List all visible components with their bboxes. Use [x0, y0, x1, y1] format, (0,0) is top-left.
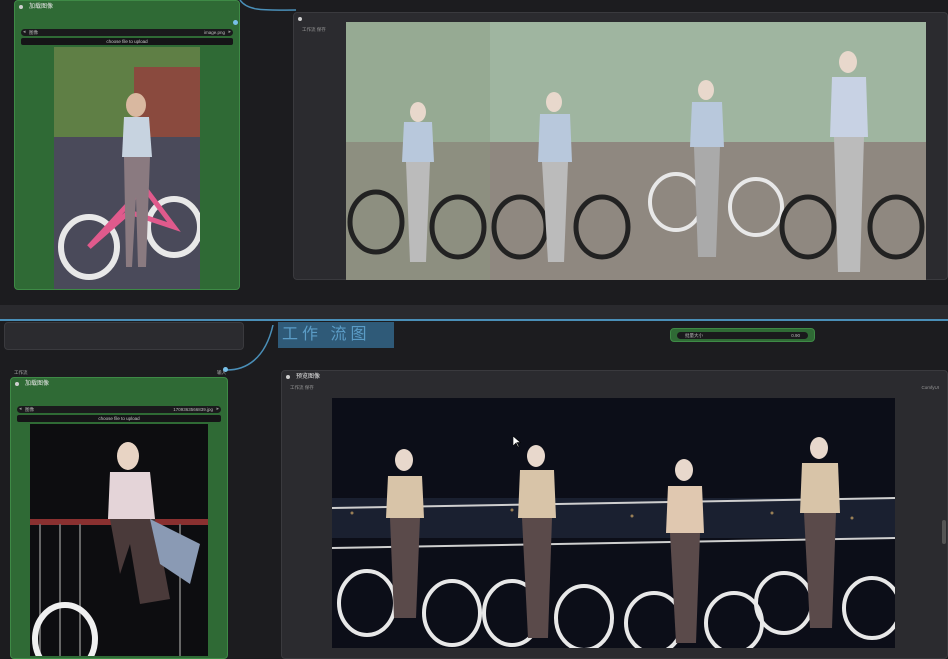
- widget-value: 1709363566839.jpg: [173, 407, 213, 412]
- arrow-left-icon[interactable]: ◂: [19, 406, 22, 413]
- output-port[interactable]: [223, 367, 228, 372]
- arrow-right-icon[interactable]: ▸: [228, 29, 231, 36]
- node-sub-label: 工作流 保存 ComfyUI: [290, 385, 939, 390]
- upload-button[interactable]: choose file to upload: [21, 38, 233, 45]
- left-label: 工作流: [14, 370, 28, 375]
- link-wire: [239, 0, 297, 11]
- arrow-left-icon[interactable]: ◂: [23, 29, 26, 36]
- generated-image-1: [346, 22, 490, 280]
- section-divider: [0, 305, 948, 319]
- node-collapse-dot[interactable]: [19, 5, 23, 9]
- widget-label: 批量大小: [685, 333, 703, 338]
- output-port[interactable]: [233, 20, 238, 25]
- node-title[interactable]: 加载图像: [15, 1, 239, 13]
- node-collapse-dot[interactable]: [15, 382, 19, 386]
- upload-button[interactable]: choose file to upload: [17, 415, 221, 422]
- generated-images-bottom: [332, 398, 895, 648]
- background-node[interactable]: [4, 322, 244, 350]
- node-collapse-dot[interactable]: [286, 375, 290, 379]
- floating-group-title[interactable]: 工作 流图: [278, 322, 394, 348]
- loaded-image: [30, 424, 208, 656]
- widget-value: image.png: [203, 30, 225, 35]
- node-title-text: 加载图像: [25, 381, 50, 387]
- cursor-icon: [513, 436, 521, 448]
- widget-label: 图像: [25, 407, 34, 412]
- small-widget-node[interactable]: 批量大小 0.90: [670, 328, 815, 342]
- widget-label: 图像: [29, 30, 38, 35]
- batch-widget[interactable]: 批量大小 0.90: [677, 332, 808, 339]
- widget-value: 0.90: [791, 333, 800, 338]
- node-title[interactable]: 加载图像: [11, 378, 227, 390]
- node-title-text: 预览图像: [296, 374, 321, 380]
- loaded-image: [54, 47, 200, 289]
- image-select-widget[interactable]: ◂ 图像 image.png ▸: [21, 29, 233, 36]
- node-collapse-dot[interactable]: [298, 17, 302, 21]
- image-select-widget[interactable]: ◂ 图像 1709363566839.jpg ▸: [17, 406, 221, 413]
- generated-images-top: [346, 22, 926, 280]
- arrow-right-icon[interactable]: ▸: [216, 406, 219, 413]
- section-divider-line: [0, 319, 948, 321]
- node-title[interactable]: 预览图像: [282, 371, 947, 383]
- comfyui-canvas[interactable]: 加载图像 ◂ 图像 image.png ▸ choose file to upl…: [0, 0, 948, 659]
- link-wire: [226, 325, 274, 371]
- node-title-text: 加载图像: [29, 4, 54, 10]
- scrollbar[interactable]: [942, 520, 946, 544]
